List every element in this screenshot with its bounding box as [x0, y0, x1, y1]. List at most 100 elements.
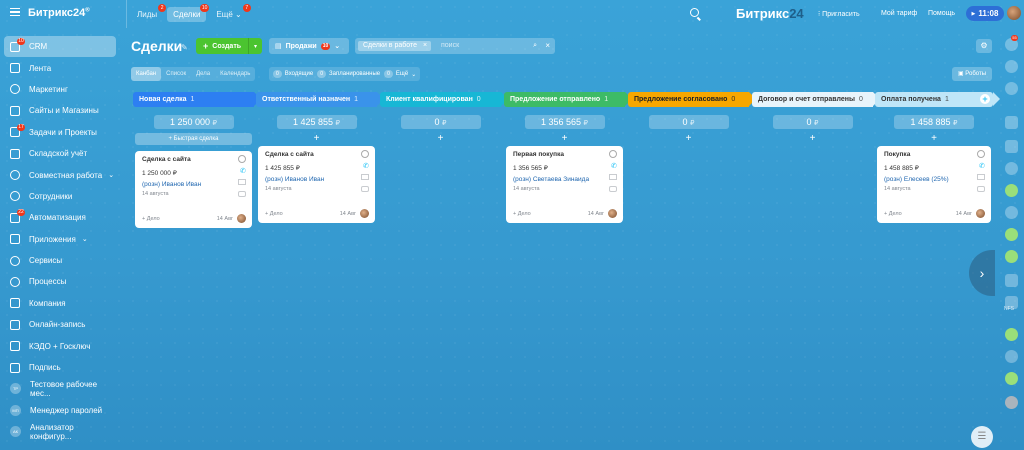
sidebar-item-kedo[interactable]: КЭДО + Госключ — [4, 335, 116, 356]
deal-card[interactable]: Покупка 1 458 885 ₽ (розн) Елесеев (25%)… — [877, 146, 991, 223]
chat-button[interactable]: ☰ — [971, 426, 993, 448]
phone-icon[interactable]: ✆ — [611, 162, 617, 170]
gear-icon[interactable] — [361, 150, 369, 158]
sidebar-item-config-analyzer[interactable]: АК Анализатор конфигур... — [4, 421, 116, 442]
gear-icon[interactable] — [609, 150, 617, 158]
column-header[interactable]: Оплата получена 1 + — [875, 92, 1000, 107]
pencil-icon[interactable]: ✎ — [181, 43, 188, 52]
deal-title[interactable]: Сделка с сайта — [265, 151, 368, 158]
deal-title[interactable]: Первая покупка — [513, 151, 616, 158]
mail-icon[interactable] — [609, 174, 617, 180]
sidebar-item-services[interactable]: Сервисы — [4, 250, 116, 271]
add-deal-button[interactable]: + — [752, 133, 873, 144]
deal-title[interactable]: Сделка с сайта — [142, 156, 245, 163]
column-header[interactable]: Ответственный назначен 1 — [256, 92, 384, 107]
deal-client[interactable]: (розн) Елесеев (25%) — [884, 176, 984, 183]
avatar[interactable] — [360, 209, 369, 218]
sidebar-item-sites[interactable]: Сайты и Магазины — [4, 100, 116, 121]
sidebar-item-test-workspace[interactable]: ТР Тестовое рабочее мес... — [4, 378, 116, 399]
sidebar-item-password-manager[interactable]: МП Менеджер паролей — [4, 400, 116, 421]
view-tab-calendar[interactable]: Календарь — [215, 67, 255, 81]
sidebar-item-automation[interactable]: 22 Автоматизация — [4, 207, 116, 228]
add-deal-button[interactable]: + — [875, 133, 993, 144]
phone-icon[interactable]: ✆ — [240, 167, 246, 175]
add-activity-link[interactable]: + Дело — [513, 211, 588, 217]
copilot-icon[interactable] — [1005, 60, 1018, 73]
column-header[interactable]: Договор и счет отправлены 0 — [752, 92, 880, 107]
scroll-right-arrow[interactable]: › — [969, 250, 995, 296]
sidebar-item-warehouse[interactable]: Складской учёт — [4, 143, 116, 164]
sidebar-item-tasks[interactable]: 17 Задачи и Проекты — [4, 122, 116, 143]
column-header[interactable]: Клиент квалифицирован 0 — [380, 92, 508, 107]
avatar[interactable] — [1005, 396, 1018, 409]
notification-icon[interactable]: 55 — [1005, 35, 1018, 51]
sidebar-item-company[interactable]: Компания — [4, 293, 116, 314]
search-input[interactable]: поиск — [441, 42, 459, 49]
filter-chip[interactable]: Сделки в работе — [358, 41, 432, 51]
add-activity-link[interactable]: + Дело — [265, 211, 340, 217]
sidebar-item-booking[interactable]: Онлайн-запись — [4, 314, 116, 335]
counter-planned[interactable]: 0 Запланированные — [317, 70, 380, 78]
calendar-icon[interactable] — [1005, 274, 1018, 287]
deal-title[interactable]: Покупка — [884, 151, 984, 158]
phone-icon[interactable]: ✆ — [363, 162, 369, 170]
avatar[interactable] — [1005, 350, 1018, 363]
avatar[interactable] — [1005, 162, 1018, 175]
add-activity-link[interactable]: + Дело — [142, 216, 217, 222]
search-icon[interactable] — [690, 8, 699, 17]
column-header[interactable]: Предложение согласовано 0 — [628, 92, 756, 107]
work-time-button[interactable]: 11:08 — [966, 6, 1004, 21]
group-icon[interactable] — [1005, 250, 1018, 263]
deal-card[interactable]: Сделка с сайта 1 425 855 ₽ (розн) Иванов… — [258, 146, 375, 223]
column-header[interactable]: Предложение отправлено 1 — [504, 92, 632, 107]
add-deal-button[interactable]: + — [504, 133, 625, 144]
view-tab-activities[interactable]: Дела — [191, 67, 215, 81]
counter-incoming[interactable]: 0 Входящие — [273, 70, 313, 78]
phone-icon[interactable]: ✆ — [979, 162, 985, 170]
sidebar-item-sign[interactable]: Подпись — [4, 357, 116, 378]
create-button[interactable]: + Создать ▾ — [196, 38, 262, 54]
add-stage-icon[interactable]: + — [980, 94, 990, 104]
tab-deals[interactable]: Сделки 10 — [167, 3, 210, 22]
sidebar-item-marketing[interactable]: Маркетинг — [4, 79, 116, 100]
close-icon[interactable]: × — [545, 41, 550, 50]
gear-icon[interactable]: ⚙ — [976, 39, 992, 53]
deal-card[interactable]: Сделка с сайта 1 250 000 ₽ (розн) Иванов… — [135, 151, 252, 228]
chat-icon[interactable] — [238, 191, 246, 197]
deal-card[interactable]: Первая покупка 1 356 565 ₽ (розн) Светае… — [506, 146, 623, 223]
messenger-icon[interactable] — [1005, 82, 1018, 95]
add-deal-button[interactable]: + — [380, 133, 501, 144]
logo[interactable]: Битрикс24® — [28, 7, 90, 19]
chat-icon[interactable] — [609, 186, 617, 192]
chat-list-icon[interactable] — [1005, 116, 1018, 129]
tariff-link[interactable]: Мой тариф — [881, 10, 917, 17]
sidebar-item-feed[interactable]: Лента — [4, 57, 116, 78]
view-tab-kanban[interactable]: Канбан — [131, 67, 162, 81]
add-activity-link[interactable]: + Дело — [884, 211, 956, 217]
menu-icon[interactable] — [10, 8, 20, 16]
deal-client[interactable]: (розн) Иванов Иван — [265, 176, 368, 183]
sidebar-item-collab[interactable]: Совместная работа ⌄ — [4, 164, 116, 185]
deal-client[interactable]: (розн) Светаева Зинаида — [513, 176, 616, 183]
counter-more[interactable]: 0 Ещё ⌄ — [384, 70, 416, 78]
mail-icon[interactable] — [361, 174, 369, 180]
tab-more[interactable]: Ещё ⌄ 7 — [210, 3, 251, 22]
avatar[interactable] — [976, 209, 985, 218]
open-line-icon[interactable] — [1005, 184, 1018, 197]
funnel-selector[interactable]: ▤ Продажи 10 ⌄ — [269, 38, 349, 54]
avatar[interactable] — [237, 214, 246, 223]
robots-button[interactable]: ▣ Роботы — [952, 67, 992, 81]
mail-icon[interactable] — [977, 174, 985, 180]
sidebar-item-crm[interactable]: 10 CRM — [4, 36, 116, 58]
filter-search[interactable]: Сделки в работе поиск ⌕ × — [355, 38, 555, 54]
mail-icon[interactable] — [238, 179, 246, 185]
chat-icon[interactable] — [977, 186, 985, 192]
avatar[interactable] — [608, 209, 617, 218]
sidebar-item-apps[interactable]: Приложения ⌄ — [4, 229, 116, 250]
group-icon[interactable] — [1005, 140, 1018, 153]
column-header[interactable]: Новая сделка 1 — [133, 92, 261, 107]
chat-icon[interactable] — [1005, 228, 1018, 241]
help-link[interactable]: Помощь — [928, 10, 955, 17]
quick-deal-button[interactable]: + Быстрая сделка — [135, 133, 252, 145]
chevron-down-icon[interactable]: ▾ — [248, 38, 262, 54]
